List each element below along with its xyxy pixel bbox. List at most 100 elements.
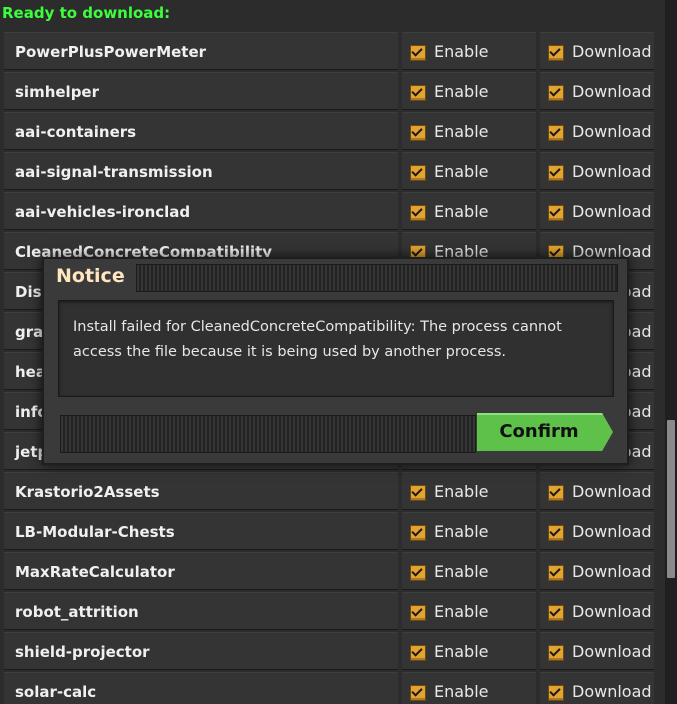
enable-checkbox[interactable]	[410, 165, 426, 181]
enable-toggle[interactable]: Enable	[402, 512, 536, 550]
mod-name-cell: solar-calc	[4, 672, 398, 704]
mod-row: robot_attrition Enable Download	[0, 592, 665, 630]
download-toggle[interactable]: Download	[540, 72, 654, 110]
enable-label: Enable	[434, 122, 489, 141]
mod-row: aai-signal-transmission Enable Download	[0, 152, 665, 190]
download-checkbox[interactable]	[548, 85, 564, 101]
enable-toggle[interactable]: Enable	[402, 192, 536, 230]
download-checkbox[interactable]	[548, 485, 564, 501]
enable-checkbox[interactable]	[410, 485, 426, 501]
enable-toggle[interactable]: Enable	[402, 632, 536, 670]
download-label: Download	[572, 82, 652, 101]
download-toggle[interactable]: Download	[540, 152, 654, 190]
enable-label: Enable	[434, 642, 489, 661]
enable-checkbox[interactable]	[410, 85, 426, 101]
mod-name-cell: shield-projector	[4, 632, 398, 670]
mod-name: simhelper	[15, 83, 100, 101]
download-label: Download	[572, 642, 652, 661]
mod-row: aai-containers Enable Download	[0, 112, 665, 150]
enable-checkbox[interactable]	[410, 605, 426, 621]
mod-name: shield-projector	[15, 643, 150, 661]
enable-label: Enable	[434, 202, 489, 221]
enable-label: Enable	[434, 602, 489, 621]
enable-checkbox[interactable]	[410, 565, 426, 581]
mod-name-cell: LB-Modular-Chests	[4, 512, 398, 550]
download-label: Download	[572, 202, 652, 221]
download-label: Download	[572, 522, 652, 541]
mod-name: MaxRateCalculator	[15, 563, 175, 581]
download-toggle[interactable]: Download	[540, 472, 654, 510]
mod-name: Krastorio2Assets	[15, 483, 160, 501]
enable-toggle[interactable]: Enable	[402, 552, 536, 590]
mod-row: shield-projector Enable Download	[0, 632, 665, 670]
confirm-button[interactable]: Confirm	[477, 413, 613, 451]
enable-toggle[interactable]: Enable	[402, 472, 536, 510]
download-label: Download	[572, 162, 652, 181]
mod-name-cell: aai-vehicles-ironclad	[4, 192, 398, 230]
message-panel: Install failed for CleanedConcreteCompat…	[58, 300, 614, 397]
enable-label: Enable	[434, 562, 489, 581]
mod-name-cell: Krastorio2Assets	[4, 472, 398, 510]
dialog-title: Notice	[56, 265, 125, 287]
download-checkbox[interactable]	[548, 45, 564, 61]
download-toggle[interactable]: Download	[540, 32, 654, 70]
download-label: Download	[572, 42, 652, 61]
mod-name-cell: PowerPlusPowerMeter	[4, 32, 398, 70]
mod-name: aai-vehicles-ironclad	[15, 203, 191, 221]
enable-label: Enable	[434, 42, 489, 61]
download-toggle[interactable]: Download	[540, 552, 654, 590]
download-checkbox[interactable]	[548, 125, 564, 141]
download-toggle[interactable]: Download	[540, 592, 654, 630]
dialog-drag-handle[interactable]	[136, 264, 618, 292]
enable-checkbox[interactable]	[410, 645, 426, 661]
enable-checkbox[interactable]	[410, 205, 426, 221]
mod-row: solar-calc Enable Download	[0, 672, 665, 704]
download-checkbox[interactable]	[548, 165, 564, 181]
mod-name-cell: robot_attrition	[4, 592, 398, 630]
download-label: Download	[572, 602, 652, 621]
mod-row: LB-Modular-Chests Enable Download	[0, 512, 665, 550]
enable-checkbox[interactable]	[410, 525, 426, 541]
mod-name: aai-signal-transmission	[15, 163, 213, 181]
enable-toggle[interactable]: Enable	[402, 592, 536, 630]
dialog-footer-filler	[60, 415, 476, 453]
download-toggle[interactable]: Download	[540, 512, 654, 550]
enable-toggle[interactable]: Enable	[402, 72, 536, 110]
download-checkbox[interactable]	[548, 205, 564, 221]
enable-label: Enable	[434, 162, 489, 181]
enable-toggle[interactable]: Enable	[402, 112, 536, 150]
download-toggle[interactable]: Download	[540, 632, 654, 670]
download-label: Download	[572, 562, 652, 581]
download-label: Download	[572, 122, 652, 141]
scrollbar-thumb[interactable]	[667, 420, 675, 578]
confirm-button-label: Confirm	[499, 421, 579, 442]
scrollbar-track[interactable]	[665, 0, 677, 704]
download-checkbox[interactable]	[548, 525, 564, 541]
enable-checkbox[interactable]	[410, 685, 426, 701]
mod-name: PowerPlusPowerMeter	[15, 43, 207, 61]
download-toggle[interactable]: Download	[540, 192, 654, 230]
enable-toggle[interactable]: Enable	[402, 672, 536, 704]
enable-toggle[interactable]: Enable	[402, 152, 536, 190]
enable-toggle[interactable]: Enable	[402, 32, 536, 70]
notice-dialog: Notice Install failed for CleanedConcret…	[42, 257, 629, 465]
enable-checkbox[interactable]	[410, 45, 426, 61]
enable-label: Enable	[434, 522, 489, 541]
download-checkbox[interactable]	[548, 565, 564, 581]
mod-name: solar-calc	[15, 683, 97, 701]
download-label: Download	[572, 482, 652, 501]
enable-checkbox[interactable]	[410, 125, 426, 141]
download-toggle[interactable]: Download	[540, 672, 654, 704]
download-label: Download	[572, 682, 652, 701]
dialog-message: Install failed for CleanedConcreteCompat…	[73, 319, 562, 360]
download-checkbox[interactable]	[548, 605, 564, 621]
mod-name: LB-Modular-Chests	[15, 523, 175, 541]
ready-to-download-heading: Ready to download:	[2, 4, 171, 22]
mod-row: MaxRateCalculator Enable Download	[0, 552, 665, 590]
mod-row: PowerPlusPowerMeter Enable Download	[0, 32, 665, 70]
download-toggle[interactable]: Download	[540, 112, 654, 150]
mod-row: Krastorio2Assets Enable Download	[0, 472, 665, 510]
enable-label: Enable	[434, 82, 489, 101]
download-checkbox[interactable]	[548, 645, 564, 661]
download-checkbox[interactable]	[548, 685, 564, 701]
